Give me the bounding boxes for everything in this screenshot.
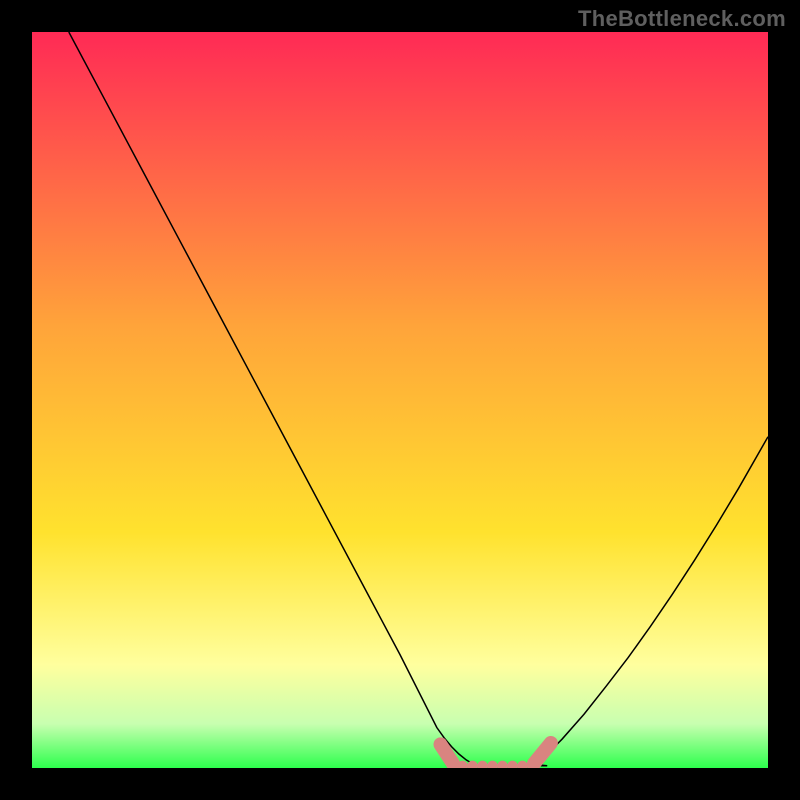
chart-frame: TheBottleneck.com — [0, 0, 800, 800]
watermark-label: TheBottleneck.com — [578, 6, 786, 32]
plot-area — [32, 32, 768, 768]
gradient-background — [32, 32, 768, 768]
chart-svg — [32, 32, 768, 768]
